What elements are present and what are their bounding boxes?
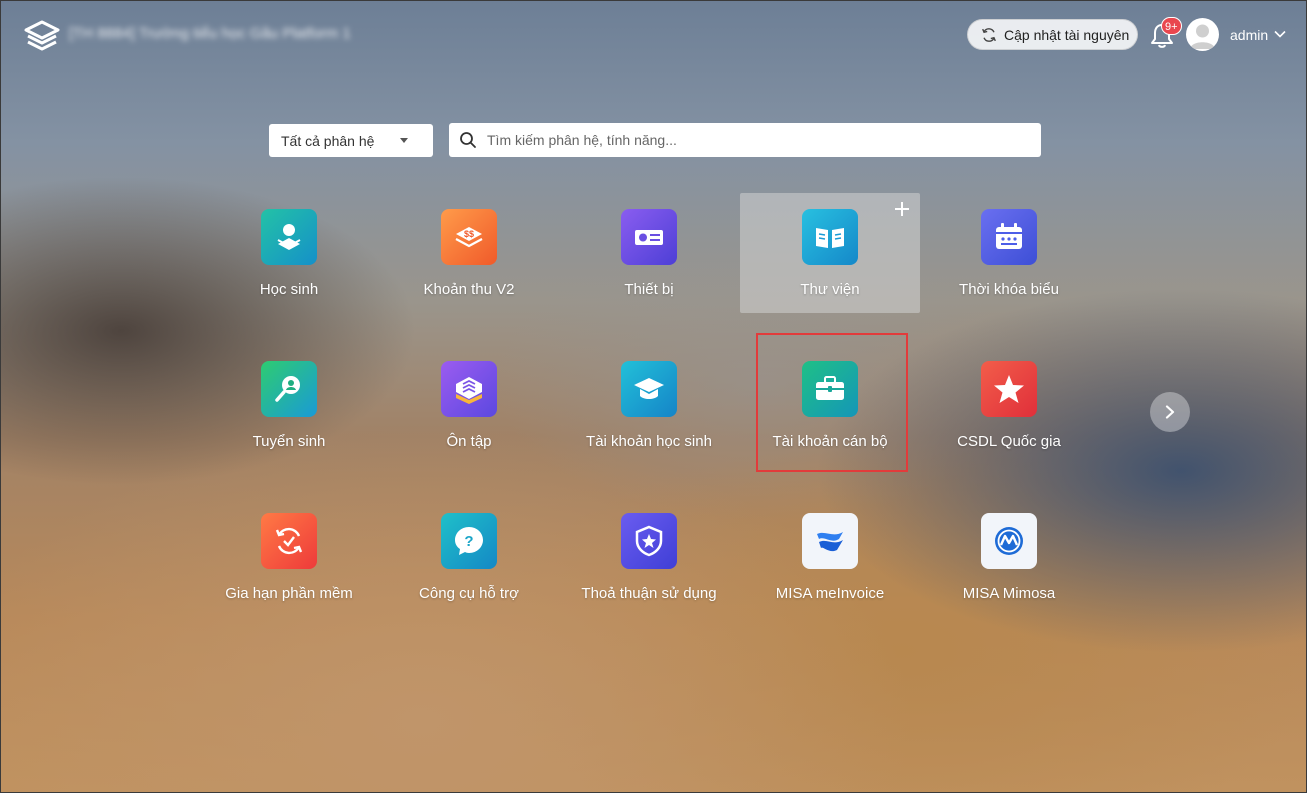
app-label: Thời khóa biểu <box>959 281 1059 298</box>
shield-icon <box>621 513 677 569</box>
chevron-right-icon <box>1165 405 1175 419</box>
desktop-background: [TH 8884] Trường tiểu học Gãu Platform 1… <box>0 0 1307 793</box>
app-label: Gia hạn phần mềm <box>225 585 353 602</box>
app-tile-misa-mimosa[interactable]: MISA Mimosa <box>919 497 1099 617</box>
review-icon <box>441 361 497 417</box>
renew-icon <box>261 513 317 569</box>
app-tile-on-tap[interactable]: Ôn tập <box>379 345 559 465</box>
search-input[interactable] <box>485 131 1029 149</box>
app-label: Tài khoản học sinh <box>586 433 712 450</box>
module-filter-value: Tất cả phân hệ <box>281 132 375 149</box>
fee-icon: $$ <box>441 209 497 265</box>
calendar-icon <box>981 209 1037 265</box>
user-name[interactable]: admin <box>1230 27 1268 43</box>
app-label: Khoản thu V2 <box>423 281 515 298</box>
notification-badge: 9+ <box>1161 17 1182 35</box>
app-label: Thư viện <box>800 281 860 298</box>
app-label: Công cụ hỗ trợ <box>419 585 519 602</box>
search-icon <box>460 132 476 148</box>
app-label: MISA Mimosa <box>962 585 1056 602</box>
student-icon <box>261 209 317 265</box>
app-label: Thoả thuận sử dụng <box>581 585 717 602</box>
school-name: [TH 8884] Trường tiểu học Gãu Platform 1 <box>69 25 351 42</box>
chevron-down-icon[interactable] <box>1274 30 1286 38</box>
avatar[interactable] <box>1186 18 1219 51</box>
app-tile-hoc-sinh[interactable]: Học sinh <box>199 193 379 313</box>
app-tile-csdl-quoc-gia[interactable]: CSDL Quốc gia <box>919 345 1099 465</box>
search-box[interactable] <box>449 123 1041 157</box>
app-label: Thiết bị <box>624 281 674 298</box>
app-label: MISA meInvoice <box>775 585 885 602</box>
graduation-cap-icon <box>621 361 677 417</box>
app-label: Học sinh <box>259 281 319 298</box>
app-tile-tuyen-sinh[interactable]: Tuyển sinh <box>199 345 379 465</box>
caret-down-icon <box>400 138 408 143</box>
next-page-button[interactable] <box>1150 392 1190 432</box>
module-filter-select[interactable]: Tất cả phân hệ <box>269 124 433 157</box>
projector-icon <box>621 209 677 265</box>
mimosa-icon <box>981 513 1037 569</box>
highlight-box <box>756 333 908 472</box>
update-resources-button[interactable]: Cập nhật tài nguyên <box>967 19 1138 50</box>
svg-text:$$: $$ <box>464 229 474 239</box>
search-person-icon <box>261 361 317 417</box>
plus-icon[interactable] <box>894 201 910 217</box>
app-logo-icon[interactable] <box>23 19 61 51</box>
app-tile-thoa-thuan[interactable]: Thoả thuận sử dụng <box>559 497 739 617</box>
app-label: Ôn tập <box>446 433 492 450</box>
app-tile-thu-vien[interactable]: Thư viện <box>740 193 920 313</box>
app-tile-tai-khoan-hoc-sinh[interactable]: Tài khoản học sinh <box>559 345 739 465</box>
svg-text:?: ? <box>464 533 473 550</box>
app-tile-thoi-khoa-bieu[interactable]: Thời khóa biểu <box>919 193 1099 313</box>
app-tile-misa-meinvoice[interactable]: MISA meInvoice <box>740 497 920 617</box>
app-label: CSDL Quốc gia <box>957 433 1061 450</box>
help-icon: ? <box>441 513 497 569</box>
app-tile-gia-han[interactable]: Gia hạn phần mềm <box>199 497 379 617</box>
app-tile-khoan-thu[interactable]: $$ Khoản thu V2 <box>379 193 559 313</box>
app-tile-thiet-bi[interactable]: Thiết bị <box>559 193 739 313</box>
book-icon <box>802 209 858 265</box>
app-label: Tuyển sinh <box>252 433 326 450</box>
update-resources-label: Cập nhật tài nguyên <box>1004 26 1130 43</box>
star-icon <box>981 361 1037 417</box>
meinvoice-icon <box>802 513 858 569</box>
app-tile-cong-cu-ho-tro[interactable]: ? Công cụ hỗ trợ <box>379 497 559 617</box>
sync-icon <box>982 27 996 42</box>
user-avatar-icon <box>1190 24 1215 49</box>
